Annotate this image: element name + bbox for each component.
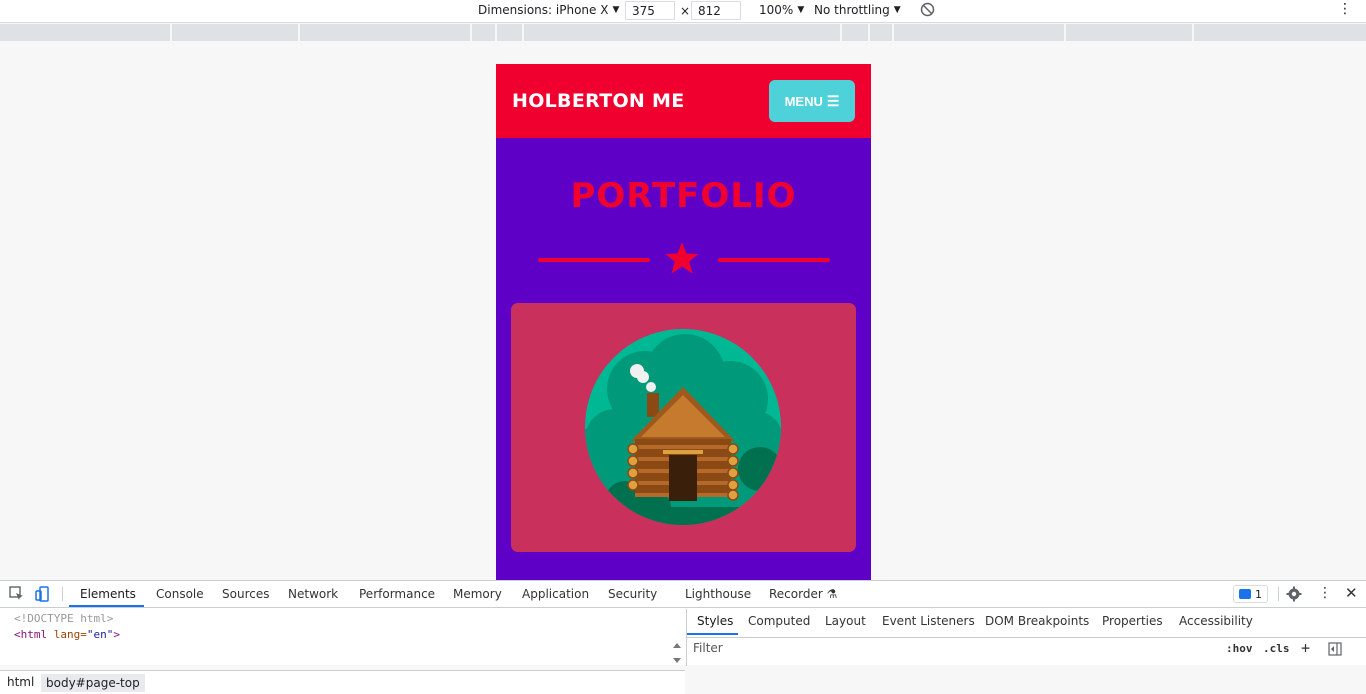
close-icon[interactable]: ✕ (1345, 584, 1358, 602)
tab-security[interactable]: Security (608, 587, 657, 601)
menu-label: MENU (784, 93, 823, 109)
breadcrumb: html body#page-top (0, 670, 685, 694)
media-query-segment[interactable] (842, 24, 870, 41)
active-tab-indicator (687, 633, 738, 635)
media-query-bar (0, 24, 1366, 41)
media-query-segment[interactable] (524, 24, 842, 41)
tab-lighthouse[interactable]: Lighthouse (685, 587, 751, 601)
title-divider (496, 240, 871, 280)
attr-name: lang= (47, 628, 87, 641)
devtools-panel: Elements Console Sources Network Perform… (0, 580, 1366, 694)
star-icon (665, 242, 699, 274)
throttling-label: No throttling (814, 3, 890, 17)
toolbar-divider (1278, 587, 1279, 601)
media-query-segment[interactable] (172, 24, 300, 41)
issues-badge[interactable]: 1 (1233, 585, 1268, 603)
gear-icon[interactable] (1286, 586, 1302, 602)
tab-console[interactable]: Console (156, 587, 204, 601)
tag-name: <html (14, 628, 48, 641)
width-input[interactable]: 375 (625, 1, 675, 20)
toolbar-divider (62, 587, 63, 601)
media-query-segment[interactable] (497, 24, 524, 41)
device-toolbar: Dimensions: iPhone X ▼ 375 × 812 100% ▼ … (0, 0, 1366, 23)
media-query-segment[interactable] (472, 24, 497, 41)
tab-event-listeners[interactable]: Event Listeners (882, 614, 975, 628)
throttling-select[interactable]: No throttling ▼ (814, 3, 901, 17)
zoom-select[interactable]: 100% ▼ (759, 3, 804, 17)
height-input[interactable]: 812 (691, 1, 741, 20)
breadcrumb-html[interactable]: html (7, 675, 34, 689)
breadcrumb-body[interactable]: body#page-top (41, 674, 145, 692)
tab-accessibility[interactable]: Accessibility (1179, 614, 1253, 628)
tag-close: > (113, 628, 120, 641)
divider-line-right (718, 258, 830, 262)
portfolio-card[interactable] (511, 303, 856, 552)
inspect-element-icon[interactable] (9, 586, 25, 602)
chevron-down-icon: ▼ (797, 5, 805, 15)
styles-pane: Styles Computed Layout Event Listeners D… (686, 609, 1366, 666)
chat-icon (1239, 589, 1251, 599)
brand-title[interactable]: HOLBERTON ME (512, 90, 685, 112)
code-doctype[interactable]: <!DOCTYPE html> (14, 612, 113, 625)
scroll-arrows-icon[interactable] (671, 639, 683, 667)
code-html-tag[interactable]: <html lang="en"> (14, 628, 120, 641)
media-query-segment[interactable] (0, 24, 172, 41)
media-query-segment[interactable] (1066, 24, 1194, 41)
times-sign: × (680, 4, 691, 18)
devtools-tab-bar: Elements Console Sources Network Perform… (0, 581, 1366, 608)
tab-layout[interactable]: Layout (825, 614, 866, 628)
elements-pane: <!DOCTYPE html> <html lang="en"> html bo… (0, 609, 685, 694)
device-label: Dimensions: iPhone X (478, 3, 609, 17)
issues-count: 1 (1255, 587, 1262, 601)
tab-performance[interactable]: Performance (359, 587, 435, 601)
active-tab-indicator (69, 605, 144, 607)
tab-recorder[interactable]: Recorder ⚗ (769, 587, 837, 601)
flask-icon: ⚗ (826, 587, 838, 601)
divider-line-left (538, 258, 650, 262)
site-header: HOLBERTON ME MENU ☰ (496, 64, 871, 138)
rotate-icon[interactable] (920, 2, 935, 17)
tab-memory[interactable]: Memory (453, 587, 502, 601)
add-rule-icon[interactable]: + (1301, 639, 1310, 657)
tab-properties[interactable]: Properties (1102, 614, 1163, 628)
attr-value: "en" (86, 628, 114, 641)
sidebar-toggle-icon[interactable] (1328, 642, 1342, 656)
filter-input[interactable]: Filter (693, 641, 723, 655)
media-query-segment[interactable] (1194, 24, 1366, 41)
hamburger-icon: ☰ (826, 92, 840, 109)
media-query-segment[interactable] (894, 24, 1066, 41)
hov-toggle[interactable]: :hov (1226, 642, 1253, 655)
filter-row: Filter :hov .cls + (687, 637, 1366, 659)
tab-sources[interactable]: Sources (222, 587, 269, 601)
more-options-icon[interactable]: ⋮ (1318, 585, 1332, 601)
chevron-down-icon: ▼ (612, 5, 620, 15)
tab-styles[interactable]: Styles (697, 614, 733, 628)
device-toggle-icon[interactable] (35, 586, 51, 602)
tab-application[interactable]: Application (522, 587, 589, 601)
cls-toggle[interactable]: .cls (1263, 642, 1290, 655)
tab-network[interactable]: Network (288, 587, 338, 601)
media-query-segment[interactable] (300, 24, 472, 41)
device-select[interactable]: Dimensions: iPhone X ▼ (478, 3, 619, 17)
tab-computed[interactable]: Computed (748, 614, 810, 628)
more-options-icon[interactable]: ⋮ (1338, 2, 1352, 16)
chevron-down-icon: ▼ (893, 5, 901, 15)
zoom-label: 100% (759, 3, 794, 17)
page-viewport: HOLBERTON ME MENU ☰ PORTFOLIO (496, 64, 871, 580)
tab-dom-breakpoints[interactable]: DOM Breakpoints (985, 614, 1089, 628)
media-query-segment[interactable] (870, 24, 894, 41)
menu-button[interactable]: MENU ☰ (769, 80, 855, 122)
cabin-illustration (585, 329, 781, 525)
tab-elements[interactable]: Elements (80, 587, 136, 601)
section-title: PORTFOLIO (570, 176, 797, 216)
tab-recorder-label: Recorder (769, 587, 823, 601)
